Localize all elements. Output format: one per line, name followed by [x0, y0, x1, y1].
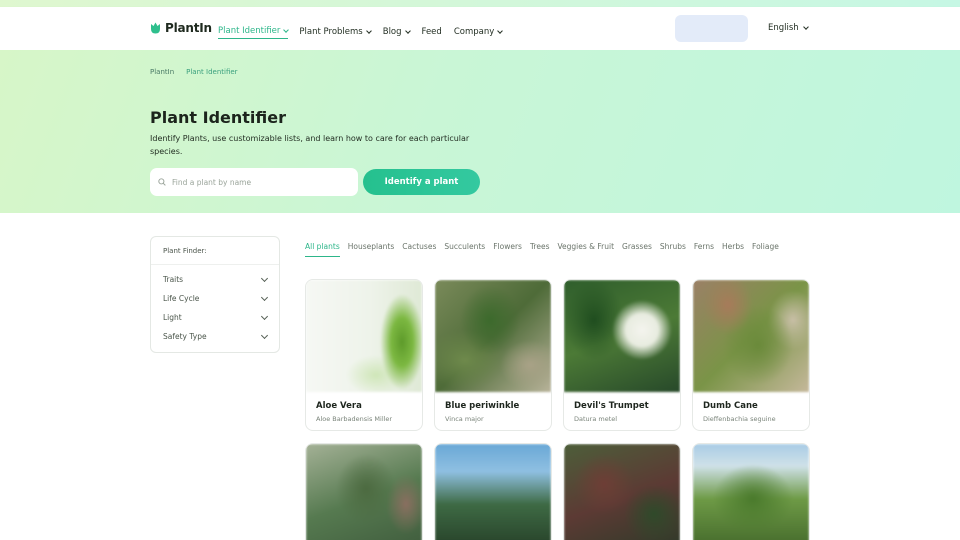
finder-item-label: Safety Type: [163, 332, 207, 341]
plant-card[interactable]: [305, 443, 423, 540]
plant-name: Dumb Cane: [703, 401, 758, 411]
identify-plant-button[interactable]: Identify a plant: [363, 169, 480, 195]
page-description: Identify Plants, use customizable lists,…: [150, 134, 470, 156]
plant-name: Blue periwinkle: [445, 401, 520, 411]
plant-scientific-name: Dieffenbachia seguine: [703, 415, 776, 423]
plant-image: [435, 444, 551, 540]
chevron-down-icon: [260, 331, 269, 340]
chevron-down-icon: [260, 312, 269, 321]
tab-all-plants[interactable]: All plants: [305, 242, 340, 257]
search-icon: [158, 178, 166, 186]
chevron-down-icon: [260, 293, 269, 302]
plant-card-dumb-cane[interactable]: Dumb Cane Dieffenbachia seguine: [692, 279, 810, 431]
language-label: English: [768, 23, 799, 33]
plant-name: Aloe Vera: [316, 401, 362, 411]
finder-item-light[interactable]: Light: [151, 308, 279, 327]
finder-item-safety-type[interactable]: Safety Type: [151, 327, 279, 346]
nav-company[interactable]: Company: [453, 26, 504, 37]
tab-succulents[interactable]: Succulents: [444, 242, 485, 257]
finder-item-label: Life Cycle: [163, 294, 200, 303]
chevron-down-icon: [404, 27, 411, 34]
tab-veggies-fruit[interactable]: Veggies & Fruit: [557, 242, 614, 257]
nav-label: Feed: [421, 26, 442, 37]
chevron-down-icon: [802, 24, 809, 30]
logo-text: PlantIn: [165, 21, 212, 35]
tab-shrubs[interactable]: Shrubs: [660, 242, 686, 257]
nav-label: Blog: [382, 26, 402, 37]
nav-label: Plant Problems: [299, 26, 363, 37]
site-header: PlantIn Plant Identifier Plant Problems …: [0, 7, 960, 50]
search-box: [150, 168, 358, 196]
plant-image: [306, 444, 422, 540]
plant-scientific-name: Datura metel: [574, 415, 618, 423]
search-input[interactable]: [172, 177, 352, 187]
breadcrumb-home[interactable]: PlantIn: [150, 68, 174, 76]
hero-section: PlantIn Plant Identifier Plant Identifie…: [0, 50, 960, 213]
plant-image: [564, 444, 680, 540]
finder-item-label: Traits: [163, 275, 184, 284]
tab-foliage[interactable]: Foliage: [752, 242, 779, 257]
plant-image: [693, 444, 809, 540]
nav-plant-problems[interactable]: Plant Problems: [299, 26, 372, 37]
header-action-button[interactable]: [675, 15, 748, 42]
tab-grasses[interactable]: Grasses: [622, 242, 652, 257]
tab-herbs[interactable]: Herbs: [722, 242, 744, 257]
plant-card-aloe-vera[interactable]: Aloe Vera Aloe Barbadensis Miller: [305, 279, 423, 431]
tab-trees[interactable]: Trees: [530, 242, 550, 257]
plant-image: [306, 280, 422, 392]
main-nav: Plant Identifier Plant Problems Blog Fee…: [218, 24, 504, 39]
plant-finder-title: Plant Finder:: [151, 237, 279, 265]
chevron-down-icon: [260, 274, 269, 283]
chevron-down-icon: [365, 27, 372, 34]
plant-image: [564, 280, 680, 392]
plant-finder-panel: Plant Finder: Traits Life Cycle Light Sa…: [150, 236, 280, 353]
finder-item-life-cycle[interactable]: Life Cycle: [151, 289, 279, 308]
plant-image: [435, 280, 551, 392]
plant-name: Devil's Trumpet: [574, 401, 649, 411]
nav-label: Plant Identifier: [218, 26, 281, 36]
tab-ferns[interactable]: Ferns: [694, 242, 714, 257]
nav-feed[interactable]: Feed: [422, 27, 442, 37]
tab-cactuses[interactable]: Cactuses: [402, 242, 436, 257]
plant-scientific-name: Aloe Barbadensis Miller: [316, 415, 393, 423]
chevron-down-icon: [283, 27, 290, 33]
plant-card-devils-trumpet[interactable]: Devil's Trumpet Datura metel: [563, 279, 681, 431]
breadcrumb-current[interactable]: Plant Identifier: [186, 68, 237, 76]
chevron-down-icon: [497, 27, 504, 34]
top-banner-strip: [0, 0, 960, 7]
plant-card[interactable]: [563, 443, 681, 540]
plant-card[interactable]: [692, 443, 810, 540]
category-tabs: All plants Houseplants Cactuses Succulen…: [305, 242, 787, 257]
plant-scientific-name: Vinca major: [445, 415, 484, 423]
finder-item-label: Light: [163, 313, 182, 322]
page-title: Plant Identifier: [150, 108, 286, 127]
tab-flowers[interactable]: Flowers: [493, 242, 522, 257]
tulip-icon: [151, 22, 160, 34]
breadcrumb: PlantIn Plant Identifier: [150, 68, 238, 76]
tab-houseplants[interactable]: Houseplants: [348, 242, 395, 257]
nav-blog[interactable]: Blog: [382, 26, 411, 37]
finder-item-traits[interactable]: Traits: [151, 270, 279, 289]
plant-card-blue-periwinkle[interactable]: Blue periwinkle Vinca major: [434, 279, 552, 431]
language-selector[interactable]: English: [768, 23, 809, 33]
logo[interactable]: PlantIn: [150, 21, 212, 35]
plant-card[interactable]: [434, 443, 552, 540]
plant-image: [693, 280, 809, 392]
nav-label: Company: [453, 26, 495, 37]
nav-plant-identifier[interactable]: Plant Identifier: [218, 26, 290, 39]
